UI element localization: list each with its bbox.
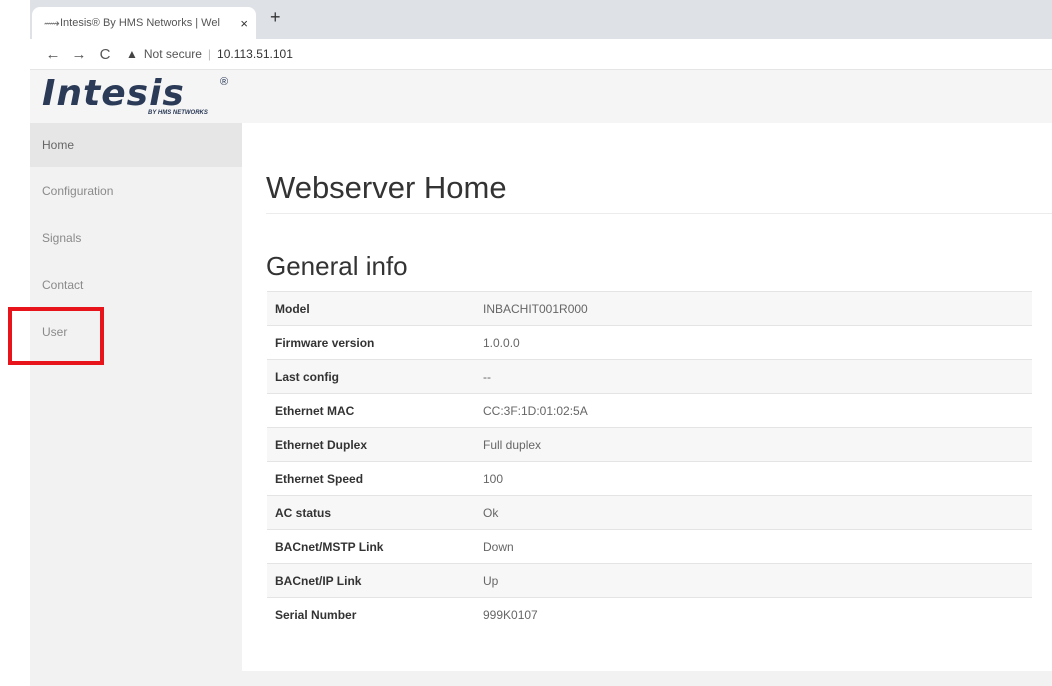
- intesis-favicon-icon: ⟿: [44, 17, 60, 30]
- reload-button[interactable]: C: [92, 46, 118, 63]
- forward-button[interactable]: →: [66, 46, 92, 63]
- table-row: Ethernet MAC CC:3F:1D:01:02:5A: [267, 393, 1032, 428]
- browser-tab[interactable]: ⟿ Intesis® By HMS Networks | Wel ×: [32, 7, 256, 39]
- info-value: CC:3F:1D:01:02:5A: [475, 393, 1032, 428]
- table-row: AC status Ok: [267, 495, 1032, 530]
- page-footer: [242, 671, 1052, 686]
- info-key: Serial Number: [267, 597, 475, 632]
- info-value: Up: [475, 563, 1032, 598]
- warning-triangle-icon[interactable]: ▲: [126, 47, 138, 61]
- table-row: Ethernet Duplex Full duplex: [267, 427, 1032, 462]
- sidebar-item-configuration[interactable]: Configuration: [30, 167, 242, 214]
- intesis-logo: Intesis: [42, 73, 185, 114]
- table-row: Last config --: [267, 359, 1032, 394]
- info-key: Last config: [267, 359, 475, 394]
- url-text[interactable]: 10.113.51.101: [217, 47, 293, 61]
- info-value: Ok: [475, 495, 1032, 530]
- highlight-annotation-box: [8, 307, 104, 365]
- page-title: Webserver Home: [266, 170, 507, 205]
- info-key: AC status: [267, 495, 475, 530]
- info-key: Ethernet Duplex: [267, 427, 475, 462]
- sidebar-item-home[interactable]: Home: [30, 123, 242, 167]
- info-key: BACnet/MSTP Link: [267, 529, 475, 564]
- info-key: Model: [267, 291, 475, 326]
- table-row: Ethernet Speed 100: [267, 461, 1032, 496]
- info-value: INBACHIT001R000: [475, 291, 1032, 326]
- general-info-table: Model INBACHIT001R000 Firmware version 1.0…: [267, 291, 1032, 632]
- info-key: Ethernet MAC: [267, 393, 475, 428]
- logo-registered-mark: ®: [220, 76, 229, 88]
- section-title: General info: [266, 251, 408, 281]
- close-tab-icon[interactable]: ×: [240, 16, 248, 31]
- sidebar-item-contact[interactable]: Contact: [30, 261, 242, 308]
- not-secure-label[interactable]: Not secure: [144, 47, 202, 61]
- address-bar[interactable]: ▲ Not secure | 10.113.51.101: [126, 47, 293, 61]
- sidebar-item-signals[interactable]: Signals: [30, 214, 242, 261]
- table-row: Model INBACHIT001R000: [267, 291, 1032, 326]
- info-value: --: [475, 359, 1032, 394]
- info-key: BACnet/IP Link: [267, 563, 475, 598]
- sidebar: Home Configuration Signals Contact User: [30, 123, 242, 686]
- info-key: Firmware version: [267, 325, 475, 360]
- info-value: 100: [475, 461, 1032, 496]
- info-key: Ethernet Speed: [267, 461, 475, 496]
- logo-subtitle: BY HMS NETWORKS: [148, 110, 208, 116]
- table-row: Serial Number 999K0107: [267, 597, 1032, 632]
- address-separator: |: [207, 47, 212, 61]
- table-row: BACnet/IP Link Up: [267, 563, 1032, 598]
- tab-title: Intesis® By HMS Networks | Wel: [60, 17, 220, 29]
- main-content: Webserver Home General info Model INBACHI…: [242, 123, 1052, 671]
- table-row: Firmware version 1.0.0.0: [267, 325, 1032, 360]
- browser-nav-bar: ← → C ▲ Not secure | 10.113.51.101: [30, 39, 1052, 70]
- browser-tab-bar: ⟿ Intesis® By HMS Networks | Wel × +: [30, 0, 1052, 39]
- info-value: 999K0107: [475, 597, 1032, 632]
- page-header: Intesis ® BY HMS NETWORKS: [30, 70, 1052, 123]
- info-value: Full duplex: [475, 427, 1032, 462]
- title-divider: [266, 213, 1052, 214]
- back-button[interactable]: ←: [40, 46, 66, 63]
- info-value: 1.0.0.0: [475, 325, 1032, 360]
- table-row: BACnet/MSTP Link Down: [267, 529, 1032, 564]
- new-tab-button[interactable]: +: [270, 7, 281, 28]
- info-value: Down: [475, 529, 1032, 564]
